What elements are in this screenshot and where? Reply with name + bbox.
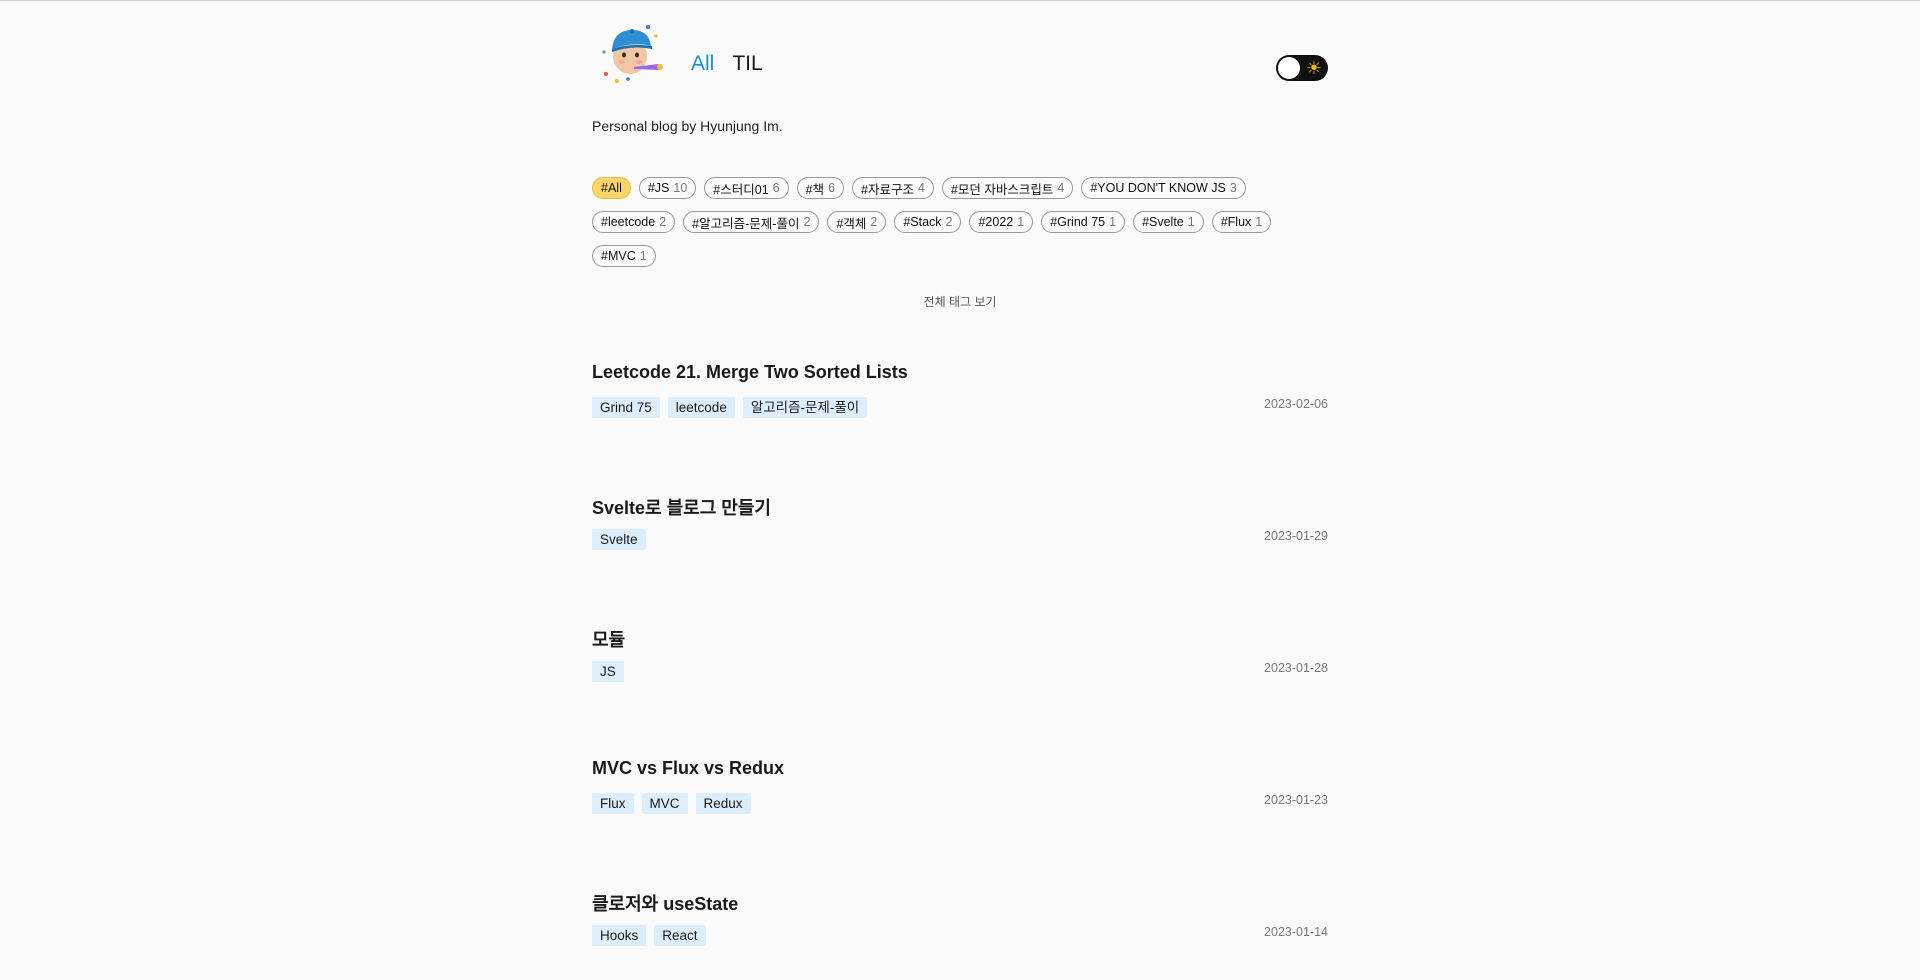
post-item: MVC vs Flux vs Redux Flux MVC Redux 2023-01-… (592, 758, 1328, 848)
tag-filter-item[interactable]: #Flux 1 (1211, 211, 1272, 233)
tag-count: 2 (659, 215, 667, 229)
tag-filter-item[interactable]: #알고리즘-문제-풀이 2 (683, 211, 820, 233)
tag-count: 6 (828, 181, 836, 195)
tag-name: #Svelte (1142, 215, 1184, 229)
post-title[interactable]: Svelte로 블로그 만들기 (592, 494, 771, 520)
post-item: Leetcode 21. Merge Two Sorted Lists Grind… (592, 362, 1328, 452)
tag-name: #YOU DON'T KNOW JS (1090, 181, 1226, 195)
tag-count: 2 (803, 215, 811, 229)
tag-count: 10 (673, 181, 688, 195)
tag-filter-item[interactable]: #2022 1 (969, 211, 1034, 233)
tag-name: #JS (647, 181, 670, 195)
post-tag-chip[interactable]: leetcode (667, 397, 735, 418)
blog-page: All TIL ☀ Personal blog by Hyunjung Im. … (592, 0, 1328, 946)
nav-til[interactable]: TIL (732, 52, 762, 76)
post-tag-chip[interactable]: Hooks (592, 925, 647, 946)
post-tag-chip[interactable]: Flux (592, 793, 634, 814)
tag-name: #객체 (836, 216, 867, 231)
tag-name: #MVC (601, 249, 636, 263)
post-tag-chip[interactable]: MVC (641, 793, 688, 814)
post-tags: Flux MVC Redux (592, 793, 751, 814)
tag-name: #Grind 75 (1050, 215, 1106, 229)
sun-icon: ☀ (1305, 58, 1323, 78)
tag-filter-item[interactable]: #Grind 75 1 (1041, 211, 1126, 233)
tag-name: #Flux (1220, 215, 1252, 229)
tag-count: 2 (870, 215, 878, 229)
nav-all[interactable]: All (691, 52, 714, 76)
post-date: 2023-01-14 (1264, 925, 1328, 939)
tag-count: 1 (1255, 215, 1263, 229)
toggle-knob (1278, 57, 1300, 79)
post-tags: Hooks React (592, 925, 706, 946)
theme-toggle[interactable]: ☀ (1276, 55, 1328, 81)
tag-name: #알고리즘-문제-풀이 (692, 216, 800, 231)
tag-filter-item[interactable]: #All (592, 177, 631, 199)
post-date: 2023-01-23 (1264, 793, 1328, 807)
tag-name: #leetcode (601, 215, 656, 229)
post-item: 클로저와 useState Hooks React 2023-01-14 (592, 890, 1328, 980)
post-item: 모듈 JS 2023-01-28 (592, 626, 1328, 716)
tag-count: 4 (917, 181, 925, 195)
memoji-party-avatar-icon[interactable] (600, 22, 666, 88)
post-tag-chip[interactable]: Redux (695, 793, 751, 814)
post-tags: Grind 75 leetcode 알고리즘-문제-풀이 (592, 397, 868, 418)
tag-filter-item[interactable]: #책 6 (796, 177, 845, 199)
tag-count: 3 (1229, 181, 1237, 195)
post-date: 2023-02-06 (1264, 397, 1328, 411)
post-item: Svelte로 블로그 만들기 Svelte 2023-01-29 (592, 494, 1328, 584)
tag-filter-item[interactable]: #YOU DON'T KNOW JS 3 (1081, 177, 1246, 199)
post-tag-chip[interactable]: 알고리즘-문제-풀이 (742, 397, 868, 418)
tag-count: 1 (1109, 215, 1117, 229)
tag-name: #Stack (903, 215, 942, 229)
post-tag-chip[interactable]: Svelte (592, 529, 646, 550)
post-tag-chip[interactable]: React (654, 925, 706, 946)
tag-name: #2022 (978, 215, 1014, 229)
tag-count: 6 (772, 181, 780, 195)
tag-filter-list: #All #JS 10 #스터디01 6 #책 6 #자료구조 4 #모던 자바스크립트 4 #YOU… (592, 177, 1328, 267)
tag-filter-item[interactable]: #Stack 2 (894, 211, 962, 233)
header: All TIL ☀ (592, 22, 1328, 92)
tag-count: 2 (945, 215, 953, 229)
tag-name: #All (601, 181, 622, 195)
main-nav: All TIL (691, 52, 763, 76)
post-tags: Svelte (592, 529, 646, 550)
tag-filter-item[interactable]: #leetcode 2 (592, 211, 676, 233)
tag-count: 1 (1017, 215, 1025, 229)
post-title[interactable]: Leetcode 21. Merge Two Sorted Lists (592, 362, 908, 383)
post-tag-chip[interactable]: JS (592, 661, 624, 682)
view-all-tags-link[interactable]: 전체 태그 보기 (592, 293, 1328, 310)
tag-filter-item[interactable]: #스터디01 6 (704, 177, 789, 199)
post-title[interactable]: MVC vs Flux vs Redux (592, 758, 784, 779)
tag-count: 4 (1057, 181, 1065, 195)
tag-filter-item[interactable]: #MVC 1 (592, 245, 656, 267)
post-tags: JS (592, 661, 624, 682)
post-title[interactable]: 모듈 (592, 626, 625, 652)
post-date: 2023-01-29 (1264, 529, 1328, 543)
tag-filter-item[interactable]: #JS 10 (638, 177, 697, 199)
post-title[interactable]: 클로저와 useState (592, 890, 738, 916)
tag-filter-item[interactable]: #자료구조 4 (852, 177, 934, 199)
post-tag-chip[interactable]: Grind 75 (592, 397, 660, 418)
blog-description: Personal blog by Hyunjung Im. (592, 118, 783, 134)
tag-name: #책 (805, 182, 825, 197)
tag-name: #자료구조 (861, 182, 914, 197)
tag-name: #모던 자바스크립트 (950, 182, 1054, 197)
tag-filter-item[interactable]: #객체 2 (827, 211, 887, 233)
tag-filter-item[interactable]: #모던 자바스크립트 4 (941, 177, 1074, 199)
tag-filter-item[interactable]: #Svelte 1 (1133, 211, 1204, 233)
post-date: 2023-01-28 (1264, 661, 1328, 675)
tag-count: 1 (1187, 215, 1195, 229)
tag-count: 1 (639, 249, 647, 263)
tag-name: #스터디01 (713, 182, 769, 197)
